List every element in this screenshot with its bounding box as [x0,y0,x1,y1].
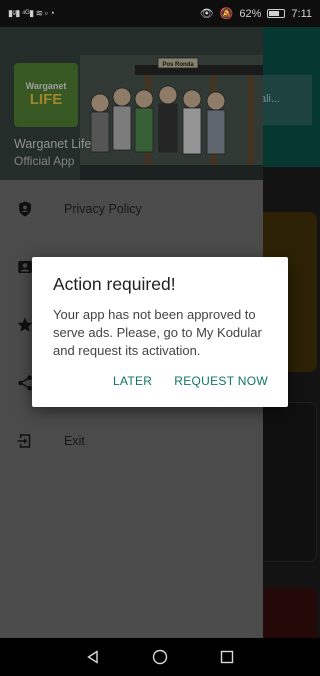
dialog-message: Your app has not been approved to serve … [53,307,262,358]
battery-percent: 62% [239,7,262,20]
status-right: 👁 🔕 62% 7:11 [199,7,312,21]
mute-icon: 🔕 [219,8,234,20]
back-button[interactable] [83,647,103,667]
system-nav-bar [0,638,320,676]
back-triangle-icon [87,650,99,664]
eye-icon: 👁 [199,8,214,20]
recents-button[interactable] [217,647,237,667]
battery-icon [267,9,286,18]
request-now-button[interactable]: REQUEST NOW [174,374,268,388]
action-required-dialog: Action required! Your app has not been a… [32,257,288,407]
later-button[interactable]: LATER [113,374,152,388]
home-circle-icon [152,649,168,665]
signal-indicators: ▮ᵍ▮ ⁴ᴳ▮ ≋ ▫ ◔ [8,8,55,18]
dialog-actions: LATER REQUEST NOW [113,374,268,388]
recents-square-icon [220,650,233,664]
dialog-title: Action required! [53,274,176,294]
clock: 7:11 [291,7,312,20]
status-bar: ▮ᵍ▮ ⁴ᴳ▮ ≋ ▫ ◔ 👁 🔕 62% 7:11 [0,0,320,27]
home-button[interactable] [150,647,170,667]
